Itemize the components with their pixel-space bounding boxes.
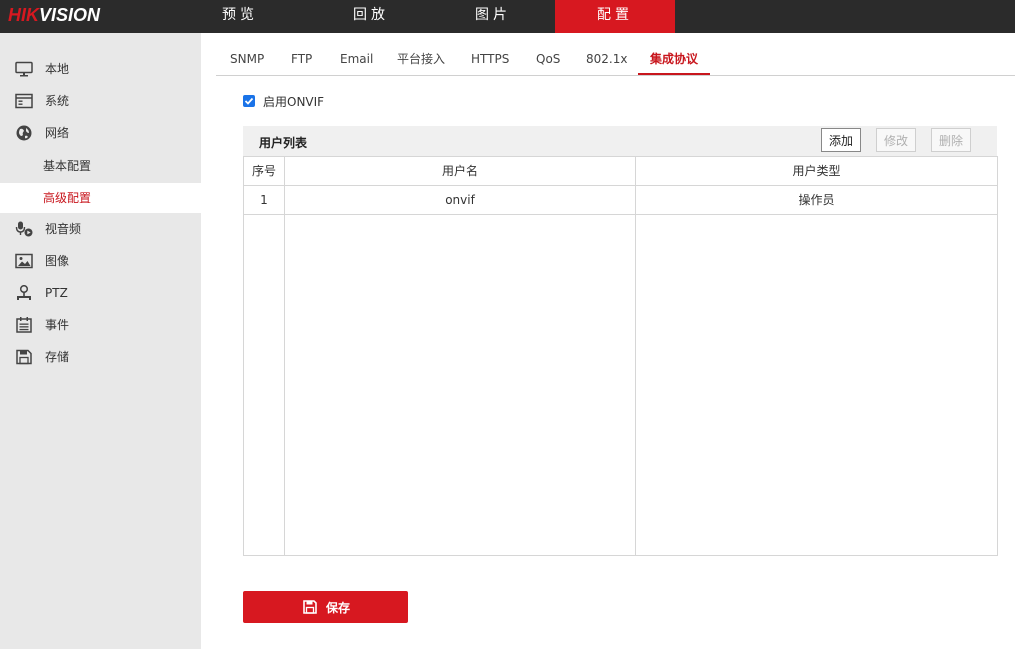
ptz-icon (17, 285, 31, 300)
column-header-user-type: 用户类型 (792, 164, 841, 178)
sidebar-item-image[interactable]: 图像 (0, 246, 201, 276)
tab-snmp[interactable]: SNMP (230, 44, 264, 74)
hikvision-logo: HIKVISION (8, 5, 101, 25)
nav-preview[interactable]: 预览 (180, 0, 300, 33)
globe-icon (16, 125, 32, 141)
row-divider (244, 214, 997, 215)
column-header-index: 序号 (251, 164, 276, 178)
sidebar-item-label: 本地 (45, 62, 70, 76)
nav-configuration[interactable]: 配置 (555, 0, 675, 33)
sidebar-item-label: PTZ (45, 286, 68, 300)
tab-8021x[interactable]: 802.1x (586, 44, 627, 74)
sidebar-item-label: 网络 (45, 126, 70, 140)
tab-https[interactable]: HTTPS (471, 44, 509, 74)
sidebar-item-system[interactable]: 系统 (0, 86, 201, 116)
sidebar-item-label: 事件 (45, 318, 70, 332)
nav-playback[interactable]: 回放 (311, 0, 431, 33)
user-table: 序号 用户名 用户类型 1 onvif 操作员 (243, 156, 998, 556)
add-user-button[interactable]: 添加 (821, 128, 861, 152)
tab-ftp[interactable]: FTP (291, 44, 312, 74)
sidebar-item-event[interactable]: 事件 (0, 310, 201, 340)
save-button-label: 保存 (326, 601, 351, 615)
tab-qos[interactable]: QoS (536, 44, 560, 74)
checkmark-icon (244, 97, 254, 105)
sidebar-item-label: 图像 (45, 254, 70, 268)
user-list-title: 用户列表 (259, 136, 308, 150)
tab-platform-access[interactable]: 平台接入 (397, 44, 445, 74)
sidebar-item-ptz[interactable]: PTZ (0, 278, 201, 308)
sidebar-item-label: 基本配置 (43, 159, 92, 173)
sidebar-item-label: 高级配置 (43, 191, 92, 205)
sidebar-item-label: 存储 (45, 350, 70, 364)
sidebar-item-storage[interactable]: 存储 (0, 342, 201, 372)
sidebar-item-label: 视音频 (45, 222, 82, 236)
sidebar: 本地 系统 网络 基本配置 高级配置 视音频 图像 PTZ 事件 存储 (0, 33, 201, 649)
sidebar-item-local[interactable]: 本地 (0, 54, 201, 84)
system-icon (15, 93, 33, 109)
storage-icon (16, 349, 32, 365)
column-header-username: 用户名 (441, 164, 478, 178)
delete-user-button[interactable]: 删除 (931, 128, 971, 152)
protocol-tabs: SNMP FTP Email 平台接入 HTTPS QoS 802.1x 集成协… (216, 44, 1015, 76)
sidebar-item-label: 系统 (45, 94, 70, 108)
row-index: 1 (260, 193, 268, 207)
sidebar-item-basic-config[interactable]: 基本配置 (0, 151, 201, 181)
column-divider (284, 157, 285, 555)
sidebar-item-network[interactable]: 网络 (0, 118, 201, 148)
enable-onvif-checkbox[interactable] (243, 95, 255, 107)
row-user-type: 操作员 (798, 193, 835, 207)
tab-email[interactable]: Email (340, 44, 373, 74)
top-bar: HIKVISION 预览 回放 图片 配置 (0, 0, 1015, 33)
column-divider (635, 157, 636, 555)
save-icon (303, 600, 317, 614)
modify-user-button[interactable]: 修改 (876, 128, 916, 152)
image-icon (15, 253, 33, 269)
sidebar-item-advanced-config[interactable]: 高级配置 (0, 183, 201, 213)
nav-picture[interactable]: 图片 (433, 0, 553, 33)
tab-integration-protocol[interactable]: 集成协议 (638, 44, 710, 75)
save-button[interactable]: 保存 (243, 591, 408, 623)
calendar-icon (16, 317, 32, 333)
sidebar-item-video-audio[interactable]: 视音频 (0, 214, 201, 244)
user-list-header: 用户列表 添加 修改 删除 (243, 126, 997, 156)
enable-onvif-label: 启用ONVIF (263, 95, 325, 109)
monitor-icon (15, 61, 33, 77)
row-username: onvif (445, 193, 475, 207)
mic-video-icon (15, 221, 33, 237)
